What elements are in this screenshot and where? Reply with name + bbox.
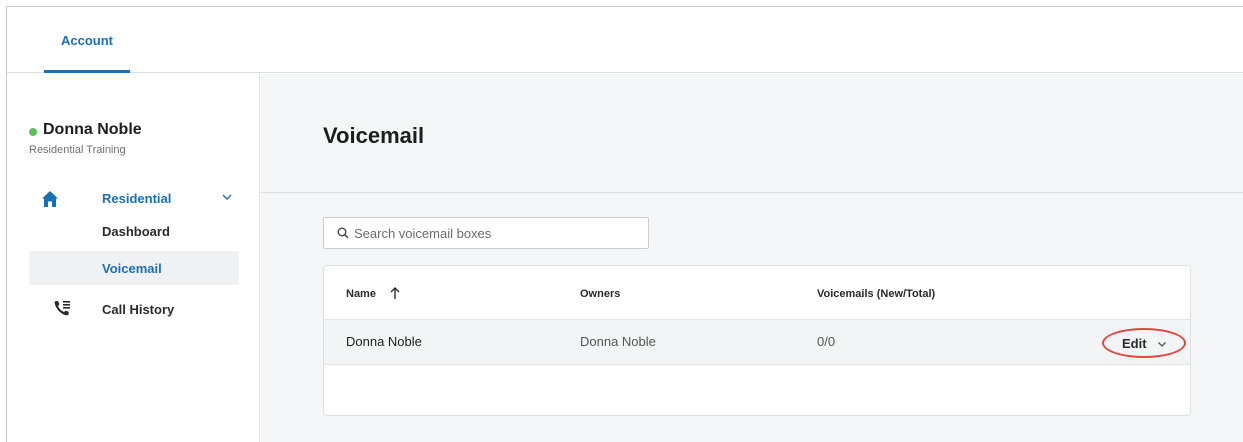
sort-ascending-icon[interactable]	[389, 286, 401, 300]
tab-account[interactable]: Account	[44, 7, 130, 73]
column-header-owners: Owners	[580, 288, 621, 300]
online-status-indicator	[29, 128, 37, 136]
edit-button-label: Edit	[1122, 336, 1147, 351]
table-header: Name Owners Voicemails (New/Total)	[324, 266, 1190, 320]
app-window: Account Donna Noble Residential Training…	[6, 6, 1243, 442]
call-history-icon	[54, 301, 70, 316]
cell-name: Donna Noble	[346, 334, 422, 349]
page-title: Voicemail	[323, 123, 425, 148]
search-icon	[337, 227, 349, 239]
chevron-down-icon[interactable]	[221, 191, 233, 203]
column-header-name[interactable]: Name	[346, 288, 376, 300]
column-header-voicemails: Voicemails (New/Total)	[817, 288, 936, 300]
cell-owners: Donna Noble	[580, 334, 656, 349]
chevron-down-icon	[1158, 342, 1166, 347]
sidebar-item-label: Voicemail	[102, 260, 162, 276]
sidebar-item-label: Dashboard	[102, 223, 170, 239]
cell-voicemail-count: 0/0	[817, 334, 836, 349]
sidebar-item-call-history[interactable]: Call History	[29, 297, 239, 323]
sidebar-group-residential[interactable]: Residential	[29, 188, 240, 214]
page-header: Voicemail	[261, 74, 1243, 193]
voicemail-table: Name Owners Voicemails (New/Total) Donna…	[323, 265, 1191, 416]
search-box[interactable]	[323, 217, 649, 249]
sidebar-group-label: Residential	[102, 191, 172, 206]
table-row[interactable]: Donna Noble Donna Noble 0/0 Edit	[324, 320, 1190, 365]
tab-account-label: Account	[61, 32, 113, 48]
edit-button[interactable]: Edit	[1102, 328, 1186, 358]
user-name: Donna Noble	[43, 121, 142, 138]
top-bar: Account	[7, 7, 1243, 73]
main-content: Voicemail Name Owners Voicemails (New/To…	[261, 74, 1243, 442]
user-subtitle: Residential Training	[29, 144, 126, 156]
sidebar-item-label: Call History	[102, 302, 175, 317]
home-icon	[42, 191, 58, 207]
sidebar-item-dashboard[interactable]: Dashboard	[29, 214, 239, 248]
sidebar: Donna Noble Residential Training Residen…	[7, 74, 260, 442]
search-input[interactable]	[354, 218, 644, 248]
active-tab-indicator	[44, 70, 130, 73]
sidebar-item-voicemail[interactable]: Voicemail	[29, 251, 239, 285]
